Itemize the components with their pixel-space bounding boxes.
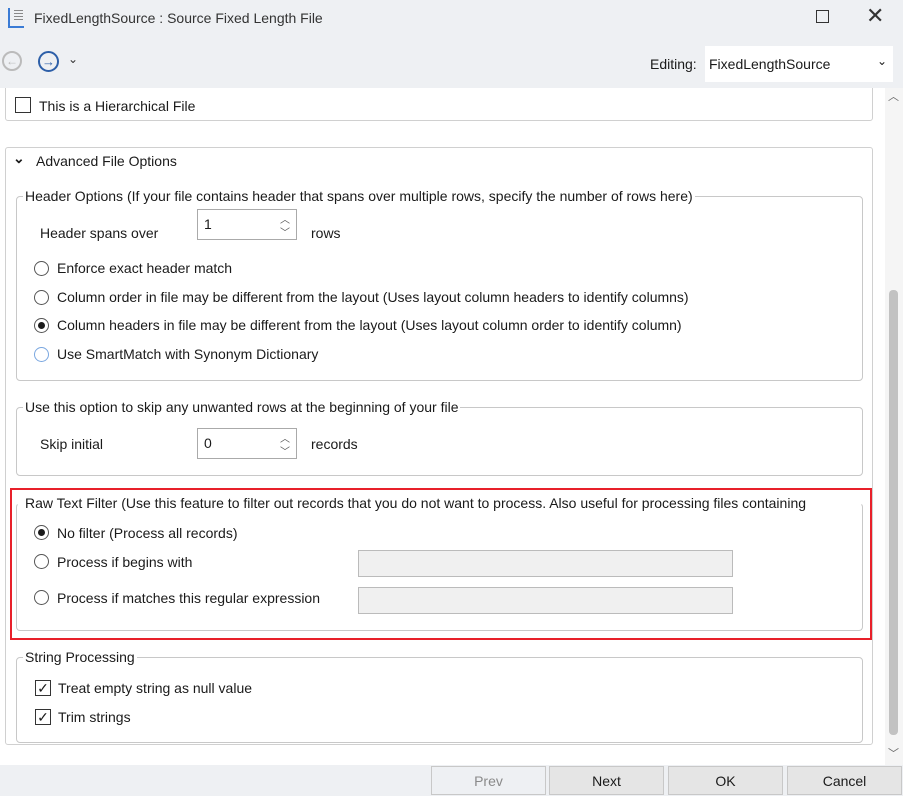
header-options-group: Header Options (If your file contains he…: [16, 187, 863, 381]
spin-down-icon[interactable]: ﹀: [280, 443, 290, 458]
spin-down-icon[interactable]: ﹀: [280, 224, 290, 239]
raw-text-filter-group: Raw Text Filter (Use this feature to fil…: [16, 494, 863, 631]
radio-label: Column headers in file may be different …: [57, 317, 682, 333]
forward-icon[interactable]: →: [38, 51, 59, 72]
editing-label: Editing:: [650, 56, 697, 72]
scroll-up-icon[interactable]: ︿: [888, 88, 899, 104]
header-options-legend: Header Options (If your file contains he…: [23, 187, 695, 205]
skip-rows-legend: Use this option to skip any unwanted row…: [23, 398, 461, 416]
radio-label: Use SmartMatch with Synonym Dictionary: [57, 346, 319, 362]
regex-input[interactable]: [358, 587, 733, 614]
radio-label: Process if matches this regular expressi…: [57, 590, 320, 606]
maximize-button[interactable]: [816, 10, 829, 23]
prev-button[interactable]: Prev: [431, 766, 546, 795]
radio-no-filter[interactable]: [34, 525, 49, 540]
radio-column-headers[interactable]: [34, 318, 49, 333]
scroll-thumb[interactable]: [889, 290, 898, 735]
history-dropdown-icon[interactable]: ⌄: [68, 52, 78, 66]
hierarchical-panel: This is a Hierarchical File: [5, 88, 873, 121]
radio-label: Column order in file may be different fr…: [57, 289, 689, 305]
content-area: This is a Hierarchical File ⌄ Advanced F…: [0, 88, 885, 765]
checkbox-label: Trim strings: [58, 709, 131, 725]
advanced-title[interactable]: Advanced File Options: [36, 152, 177, 170]
ok-button[interactable]: OK: [668, 766, 783, 795]
cancel-button[interactable]: Cancel: [787, 766, 902, 795]
chevron-down-icon: ⌄: [876, 54, 887, 68]
checkbox-label: Treat empty string as null value: [58, 680, 253, 696]
skip-initial-value: 0: [204, 435, 212, 451]
null-checkbox[interactable]: ✓: [35, 680, 51, 696]
next-button[interactable]: Next: [549, 766, 664, 795]
radio-column-order[interactable]: [34, 290, 49, 305]
begins-with-input[interactable]: [358, 550, 733, 577]
header-spans-label: Header spans over: [40, 225, 159, 241]
back-icon[interactable]: ←: [2, 51, 22, 71]
skip-initial-label: Skip initial: [40, 436, 104, 452]
scroll-down-icon[interactable]: ﹀: [888, 745, 899, 761]
header-spans-unit: rows: [311, 225, 341, 241]
skip-initial-spinner[interactable]: 0 ︿ ﹀: [197, 428, 297, 459]
string-processing-legend: String Processing: [23, 648, 137, 666]
app-icon: [8, 8, 24, 28]
radio-begins-with[interactable]: [34, 554, 49, 569]
radio-label: Process if begins with: [57, 554, 193, 570]
radio-label: No filter (Process all records): [57, 525, 238, 541]
hierarchical-checkbox[interactable]: [15, 97, 31, 113]
radio-label: Enforce exact header match: [57, 260, 233, 276]
string-processing-group: String Processing ✓ Treat empty string a…: [16, 648, 863, 743]
window-title: FixedLengthSource : Source Fixed Length …: [34, 10, 323, 26]
collapse-chevron-icon[interactable]: ⌄: [13, 150, 25, 167]
header-spans-spinner[interactable]: 1 ︿ ﹀: [197, 209, 297, 240]
editing-select-value: FixedLengthSource: [709, 56, 831, 72]
close-button[interactable]: ✕: [866, 2, 884, 30]
radio-enforce-exact[interactable]: [34, 261, 49, 276]
radio-regex[interactable]: [34, 590, 49, 605]
raw-text-filter-legend: Raw Text Filter (Use this feature to fil…: [23, 494, 809, 512]
skip-rows-group: Use this option to skip any unwanted row…: [16, 398, 863, 476]
hierarchical-label: This is a Hierarchical File: [39, 98, 196, 114]
skip-initial-unit: records: [311, 436, 358, 452]
radio-smartmatch[interactable]: [34, 347, 49, 362]
header-spans-value: 1: [204, 216, 212, 232]
trim-checkbox[interactable]: ✓: [35, 709, 51, 725]
editing-select[interactable]: FixedLengthSource ⌄: [705, 46, 893, 82]
vertical-scrollbar[interactable]: ︿ ﹀: [885, 88, 903, 765]
